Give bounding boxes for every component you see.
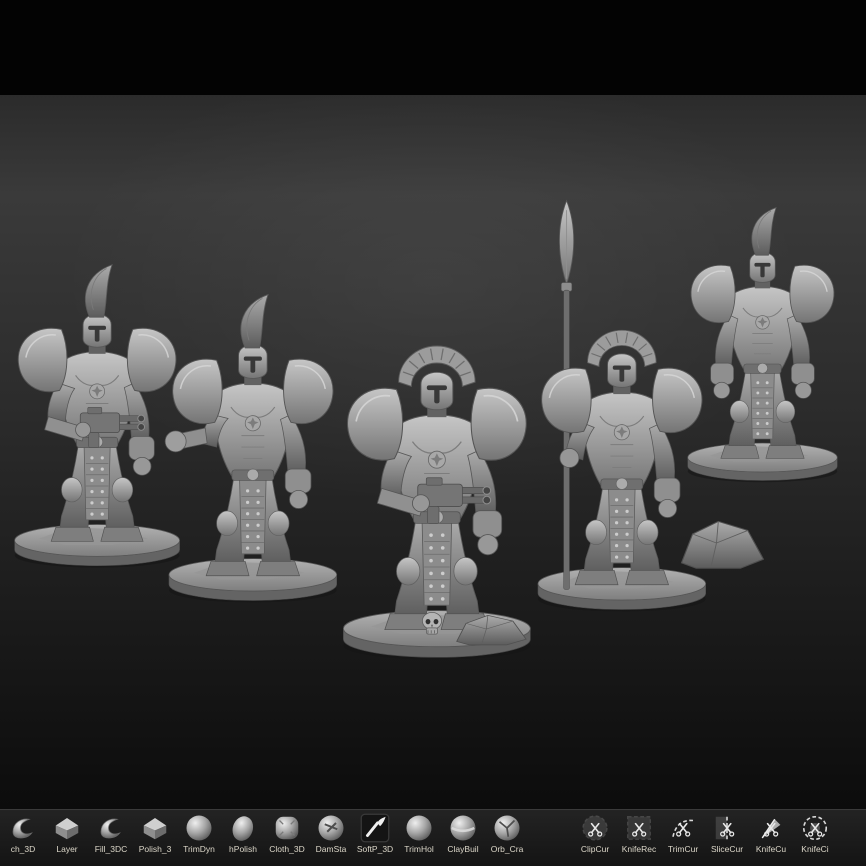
brush-TrimCur[interactable]: TrimCur — [666, 813, 700, 854]
brush-label: KnifeCu — [756, 844, 786, 854]
brush-KnifeRec[interactable]: KnifeRec — [622, 813, 656, 854]
clip-rect-icon — [624, 813, 654, 843]
sphere-icon — [404, 813, 434, 843]
fold-icon — [52, 813, 82, 843]
brush-hPolish[interactable]: hPolish — [226, 813, 260, 854]
brush-label: TrimCur — [668, 844, 698, 854]
brush-label: ClayBuil — [447, 844, 478, 854]
clip-slice-icon — [712, 813, 742, 843]
paintbrush-icon — [360, 813, 390, 843]
curl-icon — [8, 813, 38, 843]
brush-label: SoftP_3D — [357, 844, 393, 854]
brush-ClayBuil[interactable]: ClayBuil — [446, 813, 480, 854]
brush-label: TrimDyn — [183, 844, 215, 854]
brush-Cloth_3D[interactable]: Cloth_3D — [270, 813, 304, 854]
miniature-center[interactable] — [320, 193, 554, 661]
brush-label: KnifeCi — [801, 844, 828, 854]
brush-ClipCur[interactable]: ClipCur — [578, 813, 612, 854]
sphere-band-icon — [448, 813, 478, 843]
sphere-crack-icon — [492, 813, 522, 843]
sculpt-scene — [0, 0, 866, 810]
brush-KnifeCu[interactable]: KnifeCu — [754, 813, 788, 854]
clip-circle-icon — [580, 813, 610, 843]
brush-row: ch_3D Layer Fill_3DC Polish_3 TrimDyn hPolish… — [0, 810, 866, 854]
brush-Layer[interactable]: Layer — [50, 813, 84, 854]
brush-ch_3D[interactable]: ch_3D — [6, 813, 40, 854]
sphere-scratch-icon — [316, 813, 346, 843]
rock-prop — [676, 516, 768, 570]
brush-SliceCur[interactable]: SliceCur — [710, 813, 744, 854]
brush-tray: ch_3D Layer Fill_3DC Polish_3 TrimDyn hPolish… — [0, 809, 866, 866]
brush-label: Orb_Cra — [491, 844, 524, 854]
brush-TrimHol[interactable]: TrimHol — [402, 813, 436, 854]
brush-label: TrimHol — [404, 844, 433, 854]
brush-TrimDyn[interactable]: TrimDyn — [182, 813, 216, 854]
brush-Fill_3DC[interactable]: Fill_3DC — [94, 813, 128, 854]
brush-SoftP_3D[interactable]: SoftP_3D — [358, 813, 392, 854]
drop-icon — [228, 813, 258, 843]
brush-label: DamSta — [316, 844, 347, 854]
clip-curve-icon — [668, 813, 698, 843]
curl-icon — [96, 813, 126, 843]
pillow-icon — [272, 813, 302, 843]
fold-icon — [140, 813, 170, 843]
brush-KnifeCi[interactable]: KnifeCi — [798, 813, 832, 854]
clip-knife-icon — [756, 813, 786, 843]
brush-Polish_3[interactable]: Polish_3 — [138, 813, 172, 854]
brush-label: SliceCur — [711, 844, 743, 854]
clip-circle2-icon — [800, 813, 830, 843]
brush-label: hPolish — [229, 844, 257, 854]
brush-Orb_Cra[interactable]: Orb_Cra — [490, 813, 524, 854]
brush-label: KnifeRec — [622, 844, 657, 854]
brush-label: Cloth_3D — [269, 844, 304, 854]
rock-prop — [452, 612, 530, 646]
brush-label: Layer — [56, 844, 77, 854]
brush-label: Fill_3DC — [95, 844, 128, 854]
brush-label: ch_3D — [11, 844, 36, 854]
brush-label: ClipCur — [581, 844, 609, 854]
skull-prop — [416, 610, 448, 638]
brush-label: Polish_3 — [139, 844, 172, 854]
sphere-icon — [184, 813, 214, 843]
brush-DamSta[interactable]: DamSta — [314, 813, 348, 854]
